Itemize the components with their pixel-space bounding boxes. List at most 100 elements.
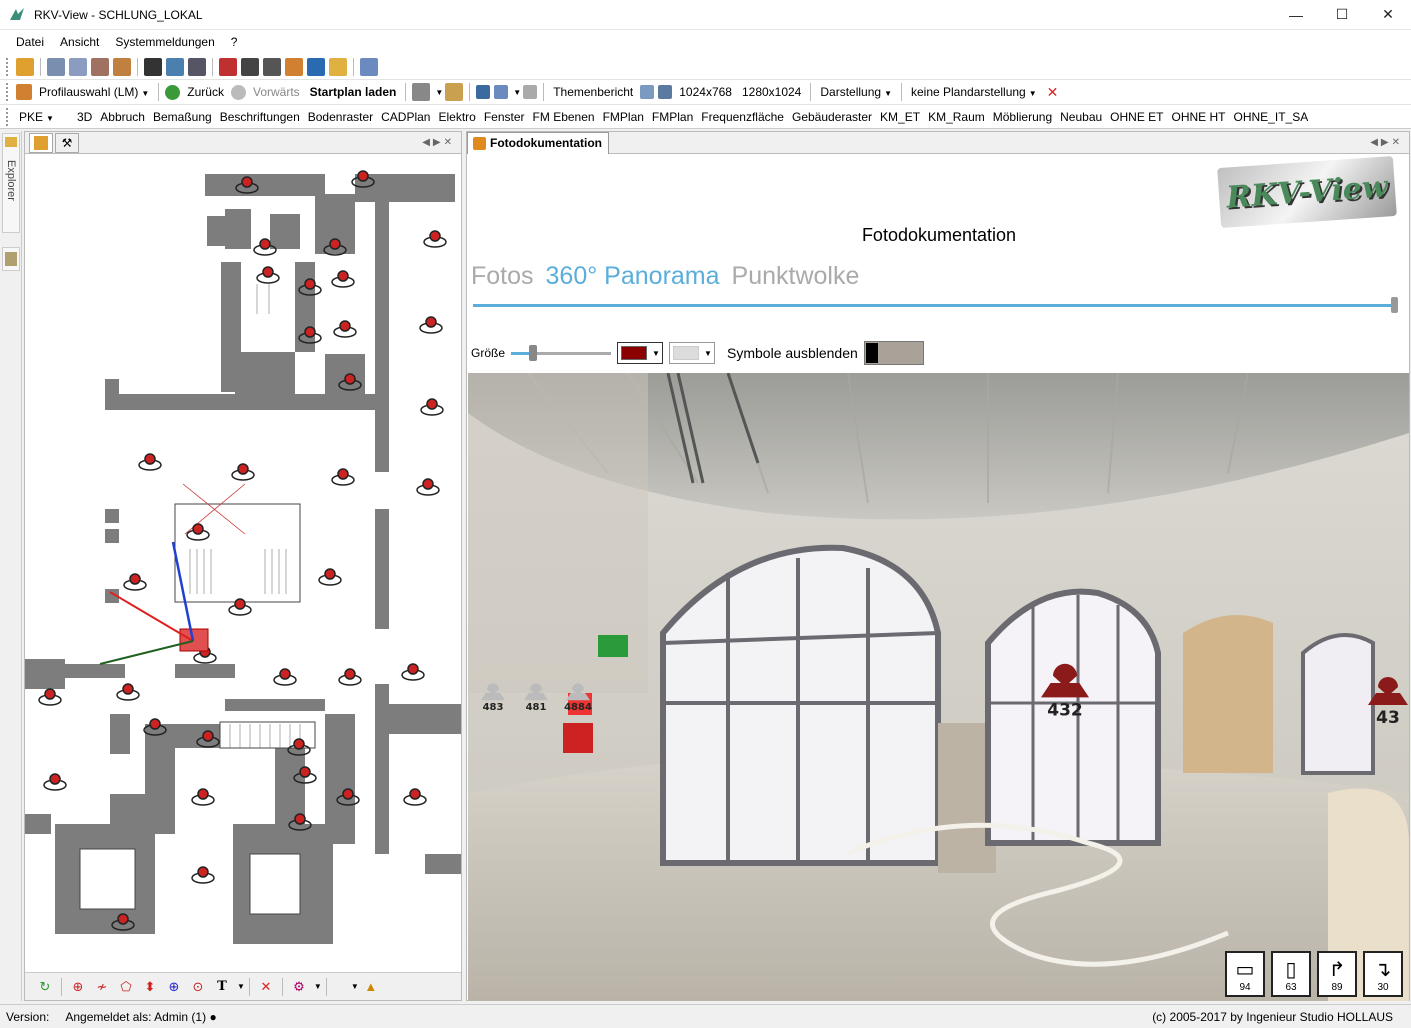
toolbar-grip[interactable] bbox=[6, 57, 10, 76]
report-icon[interactable] bbox=[640, 85, 655, 99]
tab-fotodokumentation[interactable]: Fotodokumentation bbox=[467, 131, 609, 154]
hud-button[interactable]: ↴ 30 bbox=[1363, 951, 1403, 997]
toolbar-grip[interactable] bbox=[6, 83, 10, 101]
plandarstellung-dropdown[interactable]: keine Plandarstellung ▼ bbox=[906, 85, 1042, 99]
clipboard-icon[interactable] bbox=[523, 85, 538, 99]
resolution-1280-button[interactable]: 1280x1024 bbox=[737, 85, 806, 99]
photo-marker[interactable] bbox=[43, 773, 67, 791]
tools-icon[interactable] bbox=[263, 57, 281, 76]
circle-icon[interactable]: ⊕ bbox=[166, 979, 182, 995]
delete-icon[interactable]: ✕ bbox=[258, 979, 274, 995]
save-icon[interactable] bbox=[476, 85, 491, 99]
stack-icon[interactable] bbox=[188, 57, 206, 76]
layer-item[interactable]: KM_Raum bbox=[924, 110, 989, 124]
refresh-report-icon[interactable] bbox=[658, 85, 673, 99]
layer-item[interactable]: OHNE ET bbox=[1106, 110, 1167, 124]
photo-marker[interactable] bbox=[416, 478, 440, 496]
symbol-color-picker[interactable]: ▼ bbox=[617, 342, 664, 364]
arrow-icon[interactable]: ⬍ bbox=[142, 979, 158, 995]
load-startplan-button[interactable]: Startplan laden bbox=[305, 85, 402, 99]
layer-item[interactable]: OHNE_IT_SA bbox=[1230, 110, 1313, 124]
crosshair-icon[interactable]: ⊕ bbox=[70, 979, 86, 995]
layer-item[interactable]: Bemaßung bbox=[149, 110, 216, 124]
layer-item[interactable]: FMPlan bbox=[648, 110, 697, 124]
hud-button[interactable]: ↱ 89 bbox=[1317, 951, 1357, 997]
photo-marker[interactable] bbox=[420, 398, 444, 416]
dwf-icon[interactable] bbox=[166, 57, 184, 76]
background-color-picker[interactable]: ▼ bbox=[669, 342, 716, 364]
close-window-button[interactable]: ✕ bbox=[1365, 0, 1411, 30]
plan-view-tab[interactable] bbox=[29, 132, 53, 153]
target-icon[interactable]: ⊙ bbox=[190, 979, 206, 995]
gear-icon[interactable] bbox=[241, 57, 259, 76]
menu-systemmeldungen[interactable]: Systemmeldungen bbox=[107, 35, 222, 49]
hud-button[interactable]: ▭ 94 bbox=[1225, 951, 1265, 997]
layer-item[interactable]: Elektro bbox=[434, 110, 479, 124]
layer-item[interactable]: KM_ET bbox=[876, 110, 924, 124]
forward-button[interactable]: Vorwärts bbox=[248, 85, 305, 99]
properties-icon[interactable] bbox=[69, 57, 87, 76]
photo-marker[interactable] bbox=[423, 230, 447, 248]
minimize-button[interactable]: — bbox=[1273, 0, 1319, 30]
layer-item[interactable]: CADPlan bbox=[377, 110, 434, 124]
photo-marker[interactable] bbox=[331, 468, 355, 486]
layer-item[interactable]: OHNE HT bbox=[1168, 110, 1230, 124]
info-icon[interactable] bbox=[307, 57, 325, 76]
photo-marker[interactable] bbox=[138, 453, 162, 471]
layer-item[interactable]: FMPlan bbox=[599, 110, 648, 124]
folder-icon[interactable] bbox=[329, 57, 347, 76]
box-icon[interactable] bbox=[113, 57, 131, 76]
profile-select[interactable]: Profilauswahl (LM) ▼ bbox=[34, 85, 154, 99]
tab-360-panorama[interactable]: 360° Panorama bbox=[546, 262, 720, 291]
marker-icon[interactable] bbox=[219, 57, 237, 76]
menu-datei[interactable]: Datei bbox=[8, 35, 52, 49]
layer-item[interactable]: Gebäuderaster bbox=[788, 110, 876, 124]
floor-plan-canvas[interactable] bbox=[25, 154, 461, 972]
refresh-icon[interactable]: ↻ bbox=[37, 979, 53, 995]
back-button[interactable]: Zurück bbox=[182, 85, 229, 99]
photo-marker[interactable] bbox=[116, 683, 140, 701]
tab-scroll-handle[interactable] bbox=[1391, 297, 1398, 313]
print-icon[interactable] bbox=[91, 57, 109, 76]
themenbericht-button[interactable]: Themenbericht bbox=[548, 85, 638, 99]
copy-dropdown[interactable]: ▼ bbox=[513, 88, 521, 97]
photo-marker[interactable] bbox=[333, 320, 357, 338]
photo-marker[interactable] bbox=[318, 568, 342, 586]
tab-fotos[interactable]: Fotos bbox=[471, 262, 534, 291]
tab-punktwolke[interactable]: Punktwolke bbox=[732, 262, 860, 291]
pane-controls[interactable]: ◀▶✕ bbox=[1370, 137, 1403, 148]
polygon-icon[interactable]: ⬠ bbox=[118, 979, 134, 995]
layer-item[interactable]: 3D bbox=[73, 110, 96, 124]
photo-marker[interactable] bbox=[256, 266, 280, 284]
camera-icon[interactable] bbox=[412, 83, 431, 101]
darstellung-dropdown[interactable]: Darstellung ▼ bbox=[815, 85, 897, 99]
photo-marker[interactable] bbox=[331, 270, 355, 288]
menu-help[interactable]: ? bbox=[223, 35, 246, 49]
menu-ansicht[interactable]: Ansicht bbox=[52, 35, 107, 49]
explorer-tab[interactable]: Explorer bbox=[2, 133, 20, 233]
hide-symbols-toggle[interactable] bbox=[863, 341, 924, 365]
layer-item[interactable]: FM Ebenen bbox=[529, 110, 599, 124]
maximize-button[interactable]: ☐ bbox=[1319, 0, 1365, 30]
pin-dropdown[interactable]: ▼ bbox=[314, 982, 322, 991]
layer-item[interactable]: Abbruch bbox=[96, 110, 149, 124]
photo-marker[interactable] bbox=[231, 463, 255, 481]
photo-marker[interactable] bbox=[401, 663, 425, 681]
tools-tab[interactable]: ⚒ bbox=[55, 132, 79, 153]
slider-thumb[interactable] bbox=[529, 344, 538, 361]
polyline-icon[interactable]: ≁ bbox=[94, 979, 110, 995]
users-icon[interactable] bbox=[285, 57, 303, 76]
photo-marker[interactable] bbox=[419, 316, 443, 334]
pin-icon[interactable]: ⚙ bbox=[291, 979, 307, 995]
layers-icon[interactable] bbox=[144, 57, 162, 76]
layer-item[interactable]: Frequenzfläche bbox=[697, 110, 788, 124]
layer-item[interactable]: Bodenraster bbox=[304, 110, 377, 124]
layer-item[interactable]: Neubau bbox=[1056, 110, 1106, 124]
chart-icon[interactable]: ▲ bbox=[363, 979, 379, 995]
window-icon[interactable] bbox=[47, 57, 65, 76]
photo-marker[interactable] bbox=[273, 668, 297, 686]
layer-item[interactable]: Beschriftungen bbox=[216, 110, 304, 124]
text-tool-icon[interactable]: T bbox=[214, 979, 230, 995]
panorama-viewer[interactable]: 483 481 4884 432 43 ▭ 94 ▯ 63 ↱ 89 ↴ 30 bbox=[468, 373, 1409, 1001]
eraser-icon[interactable] bbox=[360, 57, 378, 76]
